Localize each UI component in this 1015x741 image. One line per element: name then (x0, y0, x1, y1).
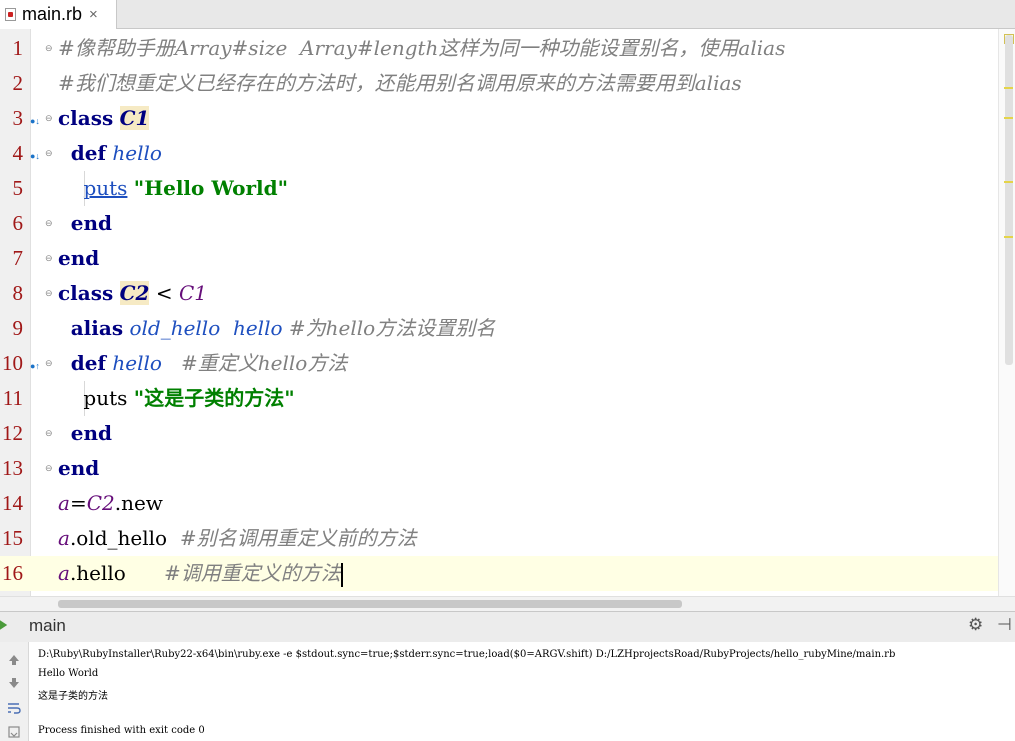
code-line[interactable]: 9 alias old_hello hello #为hello方法设置别名 (0, 311, 998, 346)
code-line[interactable]: 10 ●↑ ⊖ def hello #重定义hello方法 (0, 346, 998, 381)
code-text[interactable]: class C2 < C1 (58, 276, 207, 311)
code-line[interactable]: 8 ⊖ class C2 < C1 (0, 276, 998, 311)
line-number: 1 (12, 36, 24, 60)
run-config-name[interactable]: main (29, 616, 66, 636)
line-number: 13 (2, 456, 23, 480)
line-number: 7 (12, 246, 24, 270)
code-line[interactable]: 16 a.hello #调用重定义的方法 (0, 556, 998, 591)
line-number: 9 (12, 316, 24, 340)
vertical-scroll-thumb[interactable] (1005, 35, 1013, 365)
hide-panel-icon[interactable]: ⊣ (997, 615, 1012, 635)
line-number: 5 (12, 176, 24, 200)
warning-stripe[interactable] (1004, 117, 1013, 119)
line-number: 15 (2, 526, 23, 550)
vertical-scrollbar[interactable] (998, 29, 1015, 596)
code-line[interactable]: 11 puts "这是子类的方法" (0, 381, 998, 416)
fold-toggle-icon[interactable]: ⊖ (45, 428, 53, 438)
console-output-line: Process finished with exit code 0 (38, 725, 205, 736)
line-number: 16 (2, 561, 23, 585)
gear-icon[interactable]: ⚙ (968, 615, 983, 635)
warning-stripe[interactable] (1004, 87, 1013, 89)
code-text[interactable]: puts "Hello World" (58, 171, 288, 206)
code-line[interactable]: 5 puts "Hello World" (0, 171, 998, 206)
code-line[interactable]: 13 ⊖ end (0, 451, 998, 486)
code-text[interactable]: a.hello #调用重定义的方法 (58, 556, 343, 591)
code-text[interactable]: end (58, 451, 99, 486)
horizontal-scroll-thumb[interactable] (58, 600, 682, 608)
override-marker-icon[interactable]: ●↓ (30, 111, 40, 126)
code-text[interactable]: end (58, 241, 99, 276)
run-tool-window-header: main ⚙ ⊣ (0, 611, 1015, 643)
code-text[interactable]: end (58, 206, 112, 241)
ruby-file-icon (5, 8, 16, 21)
fold-toggle-icon[interactable]: ⊖ (45, 253, 53, 263)
soft-wrap-icon[interactable] (7, 702, 21, 714)
line-number: 4 (12, 141, 24, 165)
code-text[interactable]: a=C2.new (58, 486, 163, 521)
fold-toggle-icon[interactable]: ⊖ (45, 288, 53, 298)
fold-toggle-icon[interactable]: ⊖ (45, 113, 53, 123)
code-text[interactable]: def hello (58, 136, 162, 171)
code-line[interactable]: 7 ⊖ end (0, 241, 998, 276)
code-line[interactable]: 4 ●↓ ⊖ def hello (0, 136, 998, 171)
override-marker-icon[interactable]: ●↓ (30, 146, 40, 161)
warning-stripe[interactable] (1004, 236, 1013, 238)
code-line[interactable]: 3 ●↓ ⊖ class C1 (0, 101, 998, 136)
code-text[interactable]: #像帮助手册Array#size Array#length这样为同一种功能设置别… (58, 31, 785, 66)
fold-toggle-icon[interactable]: ⊖ (45, 43, 53, 53)
fold-toggle-icon[interactable]: ⊖ (45, 148, 53, 158)
arrow-up-icon[interactable] (8, 654, 20, 666)
code-line[interactable]: 1 ⊖ #像帮助手册Array#size Array#length这样为同一种功能设… (0, 31, 998, 66)
override-marker-icon[interactable]: ●↑ (30, 356, 40, 371)
run-console[interactable]: D:\Ruby\RubyInstaller\Ruby22-x64\bin\rub… (0, 642, 1015, 741)
console-output-line: 这是子类的方法 (38, 691, 108, 702)
line-number: 11 (2, 386, 23, 410)
horizontal-scrollbar[interactable] (0, 596, 1015, 611)
fold-toggle-icon[interactable]: ⊖ (45, 218, 53, 228)
fold-toggle-icon[interactable]: ⊖ (45, 358, 53, 368)
tab-main-rb[interactable]: main.rb × (0, 0, 117, 29)
code-line[interactable]: 6 ⊖ end (0, 206, 998, 241)
line-number: 14 (2, 491, 23, 515)
code-text[interactable]: a.old_hello #别名调用重定义前的方法 (58, 521, 417, 556)
line-number: 10 (2, 351, 23, 375)
warning-stripe[interactable] (1004, 181, 1013, 183)
run-icon (0, 620, 8, 630)
line-number: 6 (12, 211, 24, 235)
editor-tab-bar: main.rb × (0, 0, 1015, 29)
code-line[interactable]: 14 a=C2.new (0, 486, 998, 521)
scroll-end-icon[interactable] (7, 726, 21, 738)
code-text[interactable]: alias old_hello hello #为hello方法设置别名 (58, 311, 495, 346)
line-number: 8 (12, 281, 24, 305)
fold-toggle-icon[interactable]: ⊖ (45, 463, 53, 473)
tab-close-icon[interactable]: × (89, 6, 98, 23)
code-text[interactable]: #我们想重定义已经存在的方法时，还能用别名调用原来的方法需要用到alias (58, 66, 742, 101)
tab-file-name: main.rb (22, 4, 83, 24)
console-toolbar (0, 642, 29, 741)
code-text[interactable]: end (58, 416, 112, 451)
code-line[interactable]: 12 ⊖ end (0, 416, 998, 451)
arrow-down-icon[interactable] (8, 677, 20, 689)
line-number: 2 (12, 71, 24, 95)
console-output-line: D:\Ruby\RubyInstaller\Ruby22-x64\bin\rub… (38, 649, 896, 660)
line-number: 12 (2, 421, 23, 445)
code-line[interactable]: 15 a.old_hello #别名调用重定义前的方法 (0, 521, 998, 556)
code-text[interactable]: class C1 (58, 101, 150, 136)
code-editor[interactable]: 1 ⊖ #像帮助手册Array#size Array#length这样为同一种功能设… (0, 29, 1015, 596)
line-number: 3 (12, 106, 24, 130)
code-text[interactable]: puts "这是子类的方法" (58, 381, 294, 416)
console-output-line: Hello World (38, 668, 99, 679)
text-caret (340, 562, 343, 587)
code-line[interactable]: 2 #我们想重定义已经存在的方法时，还能用别名调用原来的方法需要用到alias (0, 66, 998, 101)
code-text[interactable]: def hello #重定义hello方法 (58, 346, 348, 381)
